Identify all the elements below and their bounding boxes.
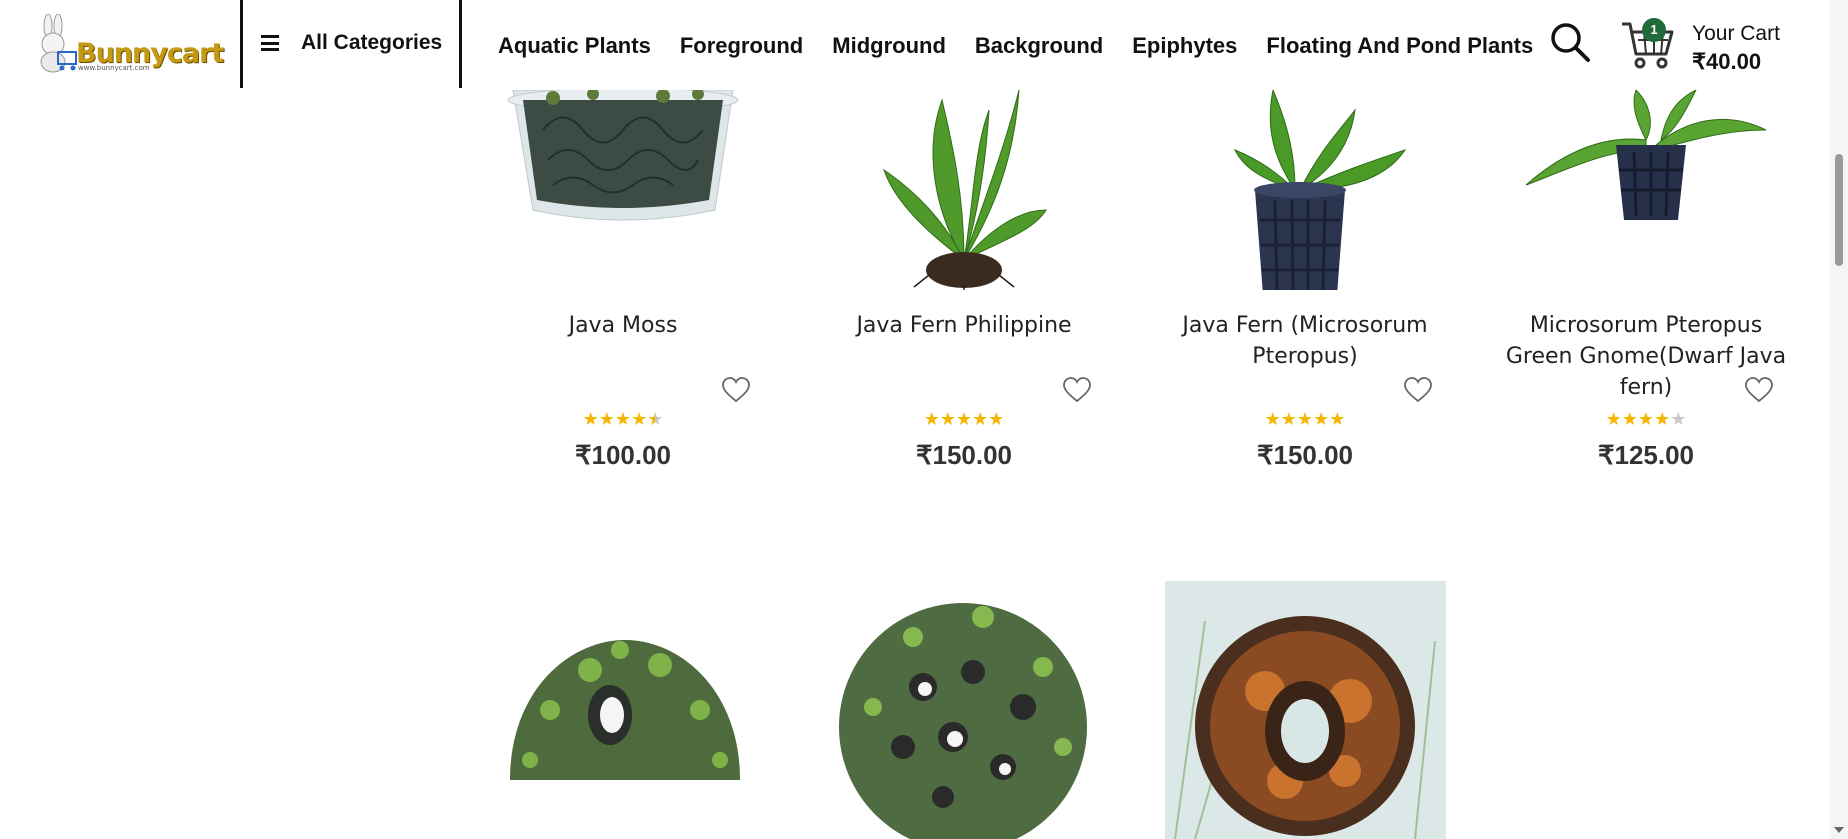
- star-rating: ★★★★★: [1155, 410, 1455, 429]
- nav-midground[interactable]: Midground: [832, 33, 946, 59]
- star-rating: ★★★★★: [814, 410, 1114, 429]
- star-icon: ★: [598, 409, 615, 430]
- star-icon: ★: [1637, 409, 1655, 430]
- product-price: ₹125.00: [1597, 440, 1695, 470]
- star-icon: ★: [1280, 409, 1297, 430]
- wishlist-heart-icon[interactable]: [721, 376, 751, 404]
- wishlist-heart-icon[interactable]: [1403, 376, 1433, 404]
- product-image[interactable]: [1165, 581, 1446, 839]
- nav-floating-pond-plants[interactable]: Floating And Pond Plants: [1266, 33, 1533, 59]
- product-name[interactable]: Java Moss: [473, 310, 773, 341]
- star-icon: ★: [1296, 409, 1314, 430]
- star-icon: ★: [1670, 409, 1687, 430]
- product-card[interactable]: Java Fern (Microsorum Pteropus) ★★★★★ ₹1…: [1155, 90, 1455, 490]
- all-categories-label: All Categories: [301, 31, 443, 54]
- wishlist-heart-icon[interactable]: [1062, 376, 1092, 404]
- wishlist-heart-icon[interactable]: [1744, 376, 1774, 404]
- star-icon: ★: [631, 409, 648, 430]
- product-card[interactable]: Microsorum Pteropus Green Gnome(Dwarf Ja…: [1496, 90, 1796, 490]
- main-nav: Aquatic Plants Foreground Midground Back…: [498, 33, 1562, 59]
- product-price: ₹150.00: [915, 440, 1013, 470]
- search-icon[interactable]: [1548, 20, 1592, 64]
- star-icon: ★: [614, 409, 632, 430]
- star-icon: ★: [939, 409, 956, 430]
- product-image[interactable]: [1155, 90, 1455, 290]
- nav-background[interactable]: Background: [975, 33, 1103, 59]
- star-icon: ★: [988, 409, 1005, 430]
- nav-epiphytes[interactable]: Epiphytes: [1132, 33, 1237, 59]
- nav-foreground[interactable]: Foreground: [680, 33, 803, 59]
- star-icon: ★: [1329, 409, 1346, 430]
- cart-count-badge: 1: [1642, 18, 1666, 42]
- product-price: ₹150.00: [1256, 440, 1354, 470]
- site-header: Bunnycart www.bunnycart.com All Categori…: [0, 0, 1830, 90]
- cart-title[interactable]: Your Cart: [1692, 22, 1780, 46]
- product-name[interactable]: Java Fern Philippine: [814, 310, 1114, 341]
- product-image[interactable]: [1496, 90, 1796, 290]
- star-icon: ★: [1605, 409, 1622, 430]
- logo-url: www.bunnycart.com: [78, 64, 150, 72]
- product-price: ₹100.00: [574, 440, 672, 470]
- star-icon: ★: [923, 409, 940, 430]
- star-icon: ★: [1654, 409, 1671, 430]
- bunnycart-logo[interactable]: Bunnycart www.bunnycart.com: [28, 13, 224, 74]
- star-rating: ★★★★★: [1496, 410, 1796, 429]
- product-image[interactable]: [833, 597, 1093, 839]
- star-icon: ★: [1621, 409, 1638, 430]
- product-name[interactable]: Java Fern (Microsorum Pteropus): [1155, 310, 1455, 372]
- star-icon: ★: [955, 409, 973, 430]
- hamburger-menu-icon: [261, 35, 279, 51]
- product-card[interactable]: Java Fern Philippine ★★★★★ ₹150.00: [814, 90, 1114, 490]
- page-scrollbar[interactable]: [1830, 0, 1848, 839]
- product-card[interactable]: Java Moss ★★★★★ ₹100.00: [473, 90, 773, 490]
- star-icon: ★: [972, 409, 989, 430]
- product-image[interactable]: [473, 90, 773, 290]
- scrollbar-thumb[interactable]: [1835, 154, 1843, 266]
- scroll-down-arrow-icon[interactable]: [1834, 827, 1844, 833]
- star-icon: ★: [1264, 409, 1281, 430]
- star-icon: ★: [647, 409, 664, 430]
- cart-total[interactable]: ₹40.00: [1692, 49, 1761, 75]
- star-rating: ★★★★★: [473, 410, 773, 429]
- star-icon: ★: [1313, 409, 1330, 430]
- product-image[interactable]: [490, 620, 760, 800]
- product-image[interactable]: [814, 90, 1114, 290]
- all-categories-button[interactable]: All Categories: [240, 0, 462, 88]
- star-icon: ★: [582, 409, 599, 430]
- nav-aquatic-plants[interactable]: Aquatic Plants: [498, 33, 651, 59]
